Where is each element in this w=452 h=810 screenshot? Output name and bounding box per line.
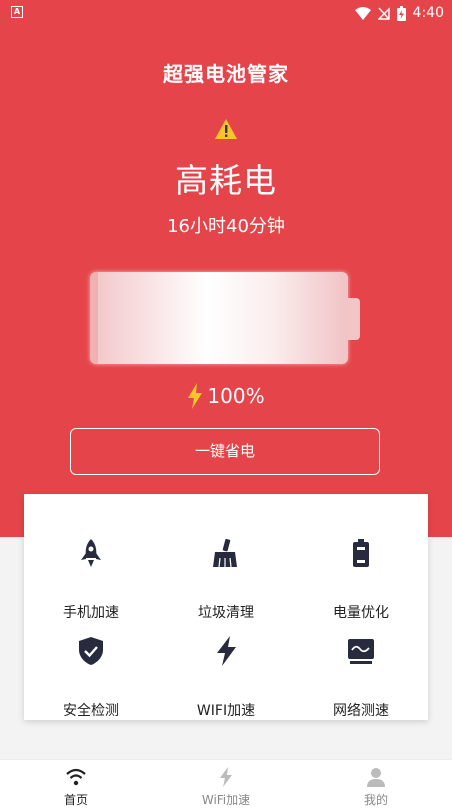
tool-label: WIFI加速	[196, 703, 256, 719]
tool-power-optimize[interactable]: 电量优化	[294, 524, 428, 622]
battery-tip	[348, 298, 360, 340]
no-signal-icon	[377, 6, 390, 20]
tools-card: 手机加速 垃圾清理 电量优化 安全检测 WIFI加速 网络测速	[24, 494, 428, 720]
tool-label: 电量优化	[333, 605, 389, 621]
tool-label: 垃圾清理	[198, 605, 254, 621]
status-icons: 4:40	[354, 4, 444, 22]
battery-charging-icon	[396, 5, 406, 21]
nav-label: WiFi加速	[201, 793, 251, 807]
tool-label: 手机加速	[63, 605, 119, 621]
battery-edge	[90, 272, 98, 364]
broom-icon	[213, 538, 237, 568]
tool-speed-test[interactable]: 网络测速	[294, 622, 428, 720]
battery-level: 100%	[0, 382, 452, 410]
nav-wifi-boost[interactable]: WiFi加速	[171, 760, 281, 810]
battery-level-text: 100%	[207, 384, 265, 408]
battery-graphic	[90, 272, 348, 364]
tool-label: 网络测速	[333, 703, 389, 719]
battery-status-text: 高耗电	[175, 161, 277, 200]
app-title: 超强电池管家	[163, 62, 289, 86]
status-bar: A 4:40	[0, 0, 452, 26]
lightning-icon	[220, 767, 232, 787]
tool-security-check[interactable]: 安全检测	[24, 622, 158, 720]
bottom-nav: 首页 WiFi加速 我的	[0, 759, 452, 810]
rocket-icon	[81, 539, 101, 567]
notification-icon: A	[11, 6, 23, 18]
tool-label: 安全检测	[63, 703, 119, 719]
lightning-icon	[188, 383, 203, 409]
monitor-wave-icon	[348, 639, 374, 664]
status-time: 4:40	[412, 5, 444, 21]
wifi-icon	[66, 768, 86, 786]
tool-phone-boost[interactable]: 手机加速	[24, 524, 158, 622]
shield-check-icon	[79, 637, 103, 665]
tool-wifi-boost[interactable]: WIFI加速	[159, 622, 293, 720]
battery-icon	[353, 539, 369, 567]
nav-profile[interactable]: 我的	[321, 760, 431, 810]
nav-home[interactable]: 首页	[21, 760, 131, 810]
remaining-time: 16小时40分钟	[167, 216, 285, 237]
wifi-icon	[354, 6, 371, 20]
nav-label: 首页	[63, 793, 88, 807]
warning-icon	[215, 119, 237, 139]
nav-label: 我的	[363, 793, 388, 807]
user-icon	[367, 768, 385, 787]
tool-junk-clean[interactable]: 垃圾清理	[159, 524, 293, 622]
lightning-icon	[217, 636, 236, 666]
save-power-button[interactable]: 一键省电	[70, 428, 380, 475]
